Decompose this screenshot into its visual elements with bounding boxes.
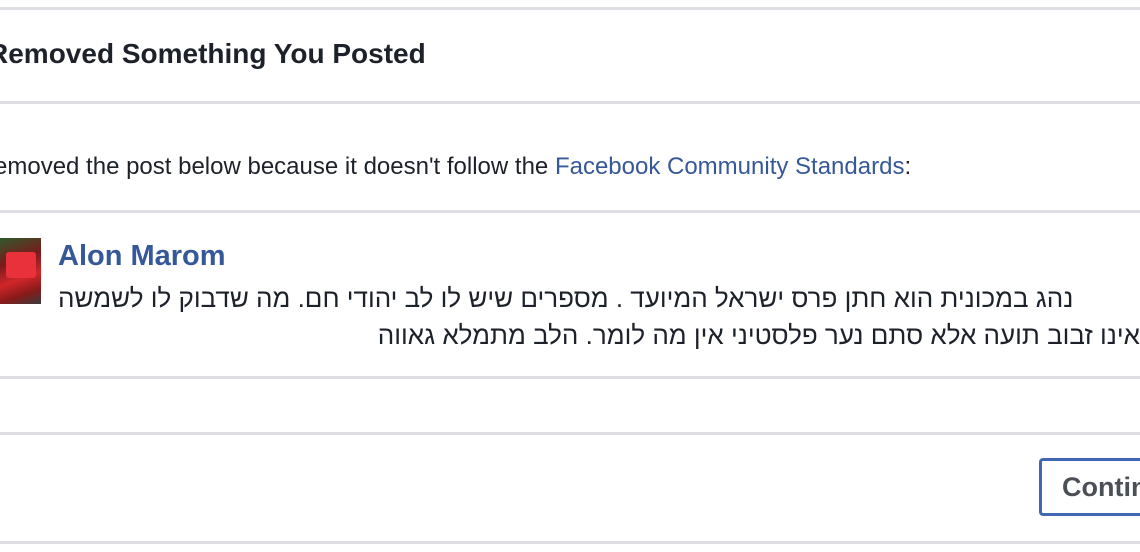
post-text-line-1: נהג במכונית הוא חתן פרס ישראל המיועד . מ… [58,283,1074,313]
post-author[interactable]: Alon Marom [58,240,226,273]
divider-header [0,101,1140,104]
avatar-image [6,252,36,278]
continue-button[interactable]: Contin [1039,458,1140,516]
post-text: נהג במכונית הוא חתן פרס ישראל המיועד . מ… [58,280,1140,354]
community-standards-link[interactable]: Facebook Community Standards [555,153,905,180]
notice-text: emoved the post below because it doesn't… [0,153,555,180]
removed-post-dialog: Removed Something You Posted emoved the … [0,0,1140,552]
divider-notice [0,210,1140,213]
removed-post: Alon Marom נהג במכונית הוא חתן פרס ישראל… [0,238,1140,378]
divider-top [0,7,1140,10]
divider-bottom [0,541,1140,544]
removal-notice: emoved the post below because it doesn't… [0,153,911,181]
divider-post [0,376,1140,379]
divider-footer [0,432,1140,435]
notice-suffix: : [904,153,912,180]
avatar[interactable] [0,238,41,304]
post-text-line-2: אינו זבוב תועה אלא סתם נער פלסטיני אין מ… [377,320,1140,350]
dialog-title: Removed Something You Posted [0,38,426,69]
